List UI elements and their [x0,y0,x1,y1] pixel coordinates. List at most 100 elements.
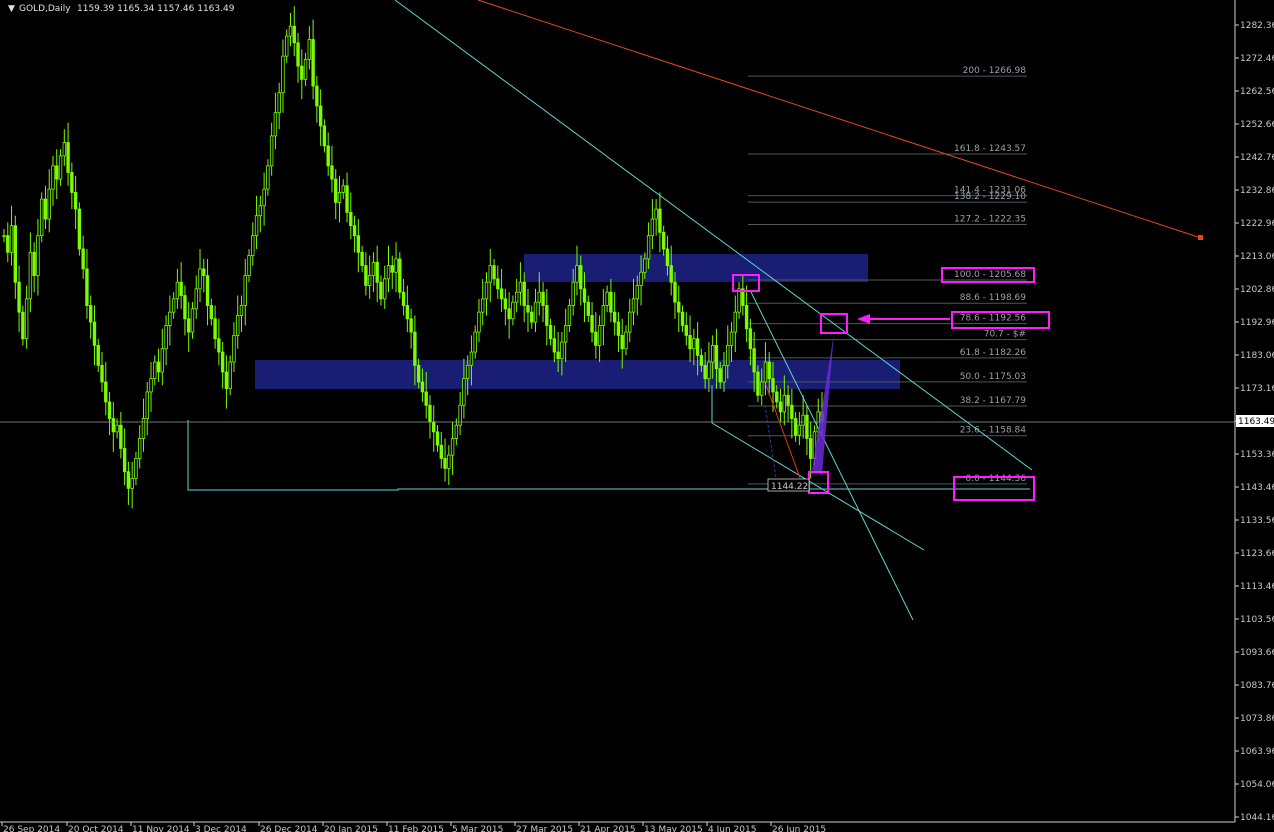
candle-body [209,305,214,320]
candle-body [349,211,353,227]
candle-body [545,305,549,326]
low-price-label: 1144.22 [771,482,808,492]
candle-body [808,438,813,459]
time-tick-label: 11 Nov 2014 [132,825,190,832]
candle-body [594,331,598,346]
candle-body [390,265,394,273]
candle-body [695,338,700,356]
candle-body [612,311,617,323]
candle-body [680,311,685,326]
candle-body [767,361,771,380]
fib-label: 127.2 - 1222.35 [954,215,1026,225]
candle-body [251,235,255,257]
candle-body [710,344,715,363]
candle-body [650,218,655,237]
price-chart[interactable]: 200 - 1266.98161.8 - 1243.57141.4 - 1231… [0,0,1274,832]
candle-body [499,288,504,300]
candle-body [420,381,425,393]
candle-body [692,338,696,350]
candle-body [73,192,78,210]
fib-label: 50.0 - 1175.03 [960,372,1026,382]
candle-body [763,361,768,383]
candle-body [775,391,779,403]
arrow-left-icon [857,314,870,324]
candle-body [597,325,602,346]
price-tick-label: 1232.86 [1240,186,1274,196]
candle-body [24,298,29,340]
candle-body [590,315,594,333]
candle-body [187,318,191,333]
candle-body [416,364,421,383]
price-tick-label: 1073.86 [1240,714,1274,724]
time-tick-label: 27 Mar 2015 [516,825,573,832]
candle-body [220,351,225,373]
candle-body [9,225,14,253]
candle-body [55,165,59,180]
candle-body [405,305,410,320]
candle-body [481,298,485,313]
time-tick-label: 26 Dec 2014 [260,825,318,832]
candle-body [202,268,206,276]
candle-body [183,295,187,320]
candle-body [341,185,345,193]
candle-body [322,125,327,147]
price-tick-label: 1163.49 [1238,417,1274,427]
candle-body [160,348,165,373]
candle-body [149,378,153,393]
candle-body [111,418,116,433]
candle-body [85,268,89,306]
candle-body [737,288,741,313]
candle-body [413,331,417,366]
candle-body [526,305,530,313]
time-tick-label: 5 Mar 2015 [452,825,503,832]
candle-body [635,285,639,300]
price-tick-label: 1252.66 [1240,120,1274,130]
candle-body [303,59,308,80]
candle-body [179,281,183,296]
candle-body [217,338,221,353]
chart-header: ▼ GOLD,Daily 1159.39 1165.34 1157.46 116… [8,4,235,14]
candle-body [371,261,376,276]
candle-body [266,165,270,190]
time-tick-label: 26 Sep 2014 [3,825,60,832]
candle-body [552,338,557,353]
candle-body [797,424,802,436]
price-tick-label: 1153.36 [1240,450,1274,460]
candle-body [307,39,312,60]
candle-body [477,311,481,333]
candle-body [428,404,432,423]
candle-body [296,42,300,67]
candle-body [228,361,232,390]
price-tick-label: 1282.36 [1240,21,1274,31]
candle-body [586,301,590,316]
candle-body [643,258,647,273]
candle-body [646,235,651,260]
candle-body [51,165,55,190]
candle-body [439,444,443,459]
fib-label: 23.6 - 1158.84 [960,426,1026,436]
candle-body [164,325,168,350]
candle-body [511,301,515,320]
candle-body [582,288,587,303]
header-ohlc: 1159.39 1165.34 1157.46 1163.49 [77,4,235,14]
candle-body [58,155,63,180]
candle-body [258,205,263,217]
candle-body [684,325,688,336]
candle-body [398,258,402,293]
candle-body [262,188,266,207]
fib-label: 100.0 - 1205.68 [954,270,1026,280]
header-triangle-icon: ▼ [8,4,15,14]
candle-body [639,271,643,286]
candle-body [352,225,357,237]
candle-body [514,291,519,303]
candle-body [503,298,508,310]
fib-label: 88.6 - 1198.69 [960,293,1026,303]
candle-body [394,258,398,273]
candle-body [748,328,753,350]
candle-body [273,112,278,137]
candle-body [462,378,466,406]
candle-body [805,414,809,439]
candle-body [239,305,244,316]
candle-body [36,235,40,276]
candle-body [66,142,70,173]
